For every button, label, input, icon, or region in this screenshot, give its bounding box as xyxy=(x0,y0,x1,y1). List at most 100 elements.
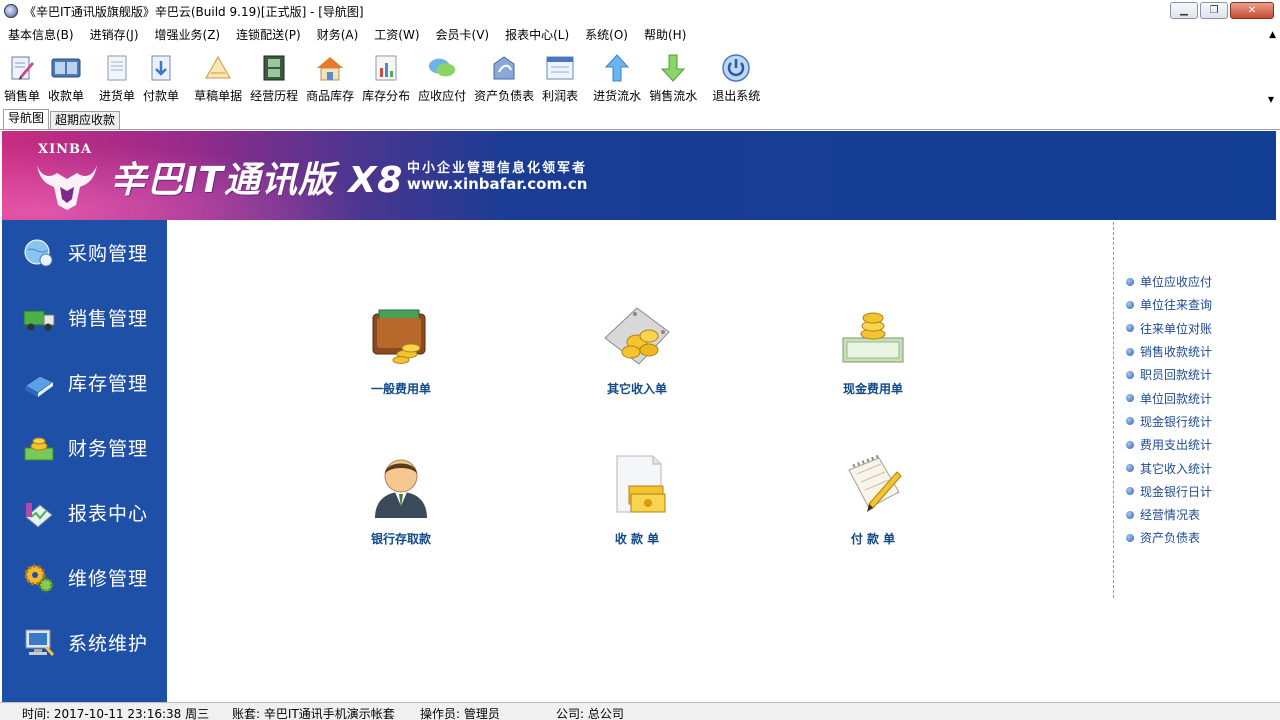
tile-payment[interactable]: 付 款 单 xyxy=(808,450,938,547)
tile-receipt[interactable]: 收 款 单 xyxy=(572,450,702,547)
navigation-map: 一般费用单 其它收入单 现金费用单 银行存取款 收 款 单 付 款 单 xyxy=(167,220,1113,702)
toolbar-receivable-button[interactable]: 应收应付 xyxy=(414,48,470,108)
status-time: 时间: 2017-10-11 23:16:38 周三 xyxy=(22,707,210,720)
sidebar-item-repair[interactable]: 维修管理 xyxy=(2,545,167,610)
power-icon xyxy=(721,53,751,83)
collapse-ribbon-icon[interactable]: ▲ xyxy=(1269,30,1276,40)
truck-icon xyxy=(22,301,56,335)
sidebar-item-sales[interactable]: 销售管理 xyxy=(2,285,167,350)
toolbar-sales-flow-button[interactable]: 销售流水 xyxy=(645,48,701,108)
toolbar-draft-button[interactable]: 草稿单据 xyxy=(190,48,246,108)
link-expense-stats[interactable]: 费用支出统计 xyxy=(1126,433,1212,456)
menu-inventory[interactable]: 进销存(J) xyxy=(82,24,147,46)
tab-navigation-map[interactable]: 导航图 xyxy=(3,109,50,129)
tile-label: 一般费用单 xyxy=(370,382,431,396)
toolbar-separator xyxy=(91,51,93,105)
link-label: 单位往来查询 xyxy=(1140,298,1213,313)
minimize-button[interactable]: ▁ xyxy=(1170,2,1198,19)
bullet-icon xyxy=(1126,510,1134,519)
toolbar-separator xyxy=(186,51,188,105)
tile-label: 银行存取款 xyxy=(370,532,431,546)
toolbar-payment-button[interactable]: 付款单 xyxy=(139,48,183,108)
sidebar-item-label: 财务管理 xyxy=(68,438,149,460)
document-tabs: 导航图 超期应收款 xyxy=(0,109,1280,130)
menu-system[interactable]: 系统(O) xyxy=(577,24,636,46)
close-button[interactable]: ✕ xyxy=(1230,2,1274,19)
link-unit-receivable-payable[interactable]: 单位应收应付 xyxy=(1126,270,1212,293)
sidebar-item-reports[interactable]: 报表中心 xyxy=(2,480,167,545)
link-label: 现金银行统计 xyxy=(1140,414,1213,429)
toolbar-stock-button[interactable]: 商品库存 xyxy=(302,48,358,108)
window-controls: ▁ ❐ ✕ xyxy=(1170,2,1274,19)
bullet-icon xyxy=(1126,324,1134,333)
notepad-icon xyxy=(837,450,909,522)
menu-payroll[interactable]: 工资(W) xyxy=(366,24,427,46)
menubar: 基本信息(B) 进销存(J) 增强业务(Z) 连锁配送(P) 财务(A) 工资(… xyxy=(0,24,1280,46)
restore-button[interactable]: ❐ xyxy=(1200,2,1228,19)
toolbar-overflow-icon[interactable]: ▼ xyxy=(1268,95,1274,104)
sidebar-item-purchase[interactable]: 采购管理 xyxy=(2,220,167,285)
tab-overdue-receivables[interactable]: 超期应收款 xyxy=(50,111,121,129)
bullet-icon xyxy=(1126,487,1134,496)
toolbar-label: 库存分布 xyxy=(362,89,411,103)
link-sales-collection-stats[interactable]: 销售收款统计 xyxy=(1126,340,1212,363)
sidebar-item-label: 维修管理 xyxy=(68,568,149,590)
sidebar-item-label: 系统维护 xyxy=(68,633,149,655)
sidebar-item-finance[interactable]: 财务管理 xyxy=(2,415,167,480)
toolbar-purchase-flow-button[interactable]: 进货流水 xyxy=(589,48,645,108)
window-titlebar[interactable]: 《辛巴IT通讯版旗舰版》辛巴云(Build 9.19)[正式版] - [导航图]… xyxy=(0,0,1280,22)
sidebar-item-label: 销售管理 xyxy=(68,308,149,330)
tile-label: 收 款 单 xyxy=(614,532,660,546)
menu-enhanced[interactable]: 增强业务(Z) xyxy=(147,24,229,46)
toolbar-receipt-button[interactable]: 收款单 xyxy=(44,48,88,108)
toolbar-label: 利润表 xyxy=(542,89,579,103)
tile-bank-deposit[interactable]: 银行存取款 xyxy=(336,450,466,547)
toolbar-label: 销售单 xyxy=(4,89,41,103)
film-icon xyxy=(259,53,289,83)
toolbar-label: 销售流水 xyxy=(649,89,698,103)
toolbar-label: 退出系统 xyxy=(712,89,761,103)
link-business-report[interactable]: 经营情况表 xyxy=(1126,503,1212,526)
toolbar-history-button[interactable]: 经营历程 xyxy=(246,48,302,108)
link-label: 职员回款统计 xyxy=(1140,368,1213,383)
toolbar-balance-sheet-button[interactable]: 资产负债表 xyxy=(470,48,538,108)
logo-wordmark: XINBA xyxy=(38,142,93,157)
sidebar-item-inventory[interactable]: 库存管理 xyxy=(2,350,167,415)
toolbar-distribution-button[interactable]: 库存分布 xyxy=(358,48,414,108)
tile-general-expense[interactable]: 一般费用单 xyxy=(336,300,466,397)
menu-member-card[interactable]: 会员卡(V) xyxy=(428,24,498,46)
tile-cash-expense[interactable]: 现金费用单 xyxy=(808,300,938,397)
link-cash-bank-stats[interactable]: 现金银行统计 xyxy=(1126,410,1212,433)
toolbar-purchase-order-button[interactable]: 进货单 xyxy=(95,48,139,108)
menu-finance[interactable]: 财务(A) xyxy=(309,24,367,46)
bullet-icon xyxy=(1126,394,1134,403)
link-staff-collection-stats[interactable]: 职员回款统计 xyxy=(1126,363,1212,386)
menu-basic-info[interactable]: 基本信息(B) xyxy=(0,24,82,46)
bullet-icon xyxy=(1126,417,1134,426)
link-cash-bank-daily[interactable]: 现金银行日计 xyxy=(1126,480,1212,503)
toolbar-sales-order-button[interactable]: 销售单 xyxy=(0,48,44,108)
link-label: 现金银行日计 xyxy=(1140,484,1213,499)
chat-bubbles-icon xyxy=(427,53,457,83)
link-unit-collection-stats[interactable]: 单位回款统计 xyxy=(1126,386,1212,409)
menu-report-center[interactable]: 报表中心(L) xyxy=(497,24,577,46)
link-balance-sheet[interactable]: 资产负债表 xyxy=(1126,526,1212,549)
link-unit-transactions[interactable]: 单位往来查询 xyxy=(1126,293,1212,316)
sidebar-item-system[interactable]: 系统维护 xyxy=(2,610,167,675)
toolbar-label: 付款单 xyxy=(143,89,180,103)
link-other-income-stats[interactable]: 其它收入统计 xyxy=(1126,456,1212,479)
purchase-order-icon xyxy=(102,53,132,83)
coin-plate-icon xyxy=(601,300,673,372)
banker-icon xyxy=(365,450,437,522)
tile-label: 现金费用单 xyxy=(842,382,903,396)
toolbar-separator xyxy=(704,51,706,105)
menu-help[interactable]: 帮助(H) xyxy=(636,24,694,46)
link-unit-reconcile[interactable]: 往来单位对账 xyxy=(1126,317,1212,340)
menu-chain-delivery[interactable]: 连锁配送(P) xyxy=(228,24,309,46)
toolbar-separator xyxy=(585,51,587,105)
draft-icon xyxy=(203,53,233,83)
product-banner: XINBA 辛巴IT通讯版 X8 中小企业管理信息化领军者 www.xinbaf… xyxy=(2,131,1276,220)
toolbar-profit-button[interactable]: 利润表 xyxy=(538,48,582,108)
toolbar-exit-button[interactable]: 退出系统 xyxy=(708,48,764,108)
tile-other-income[interactable]: 其它收入单 xyxy=(572,300,702,397)
